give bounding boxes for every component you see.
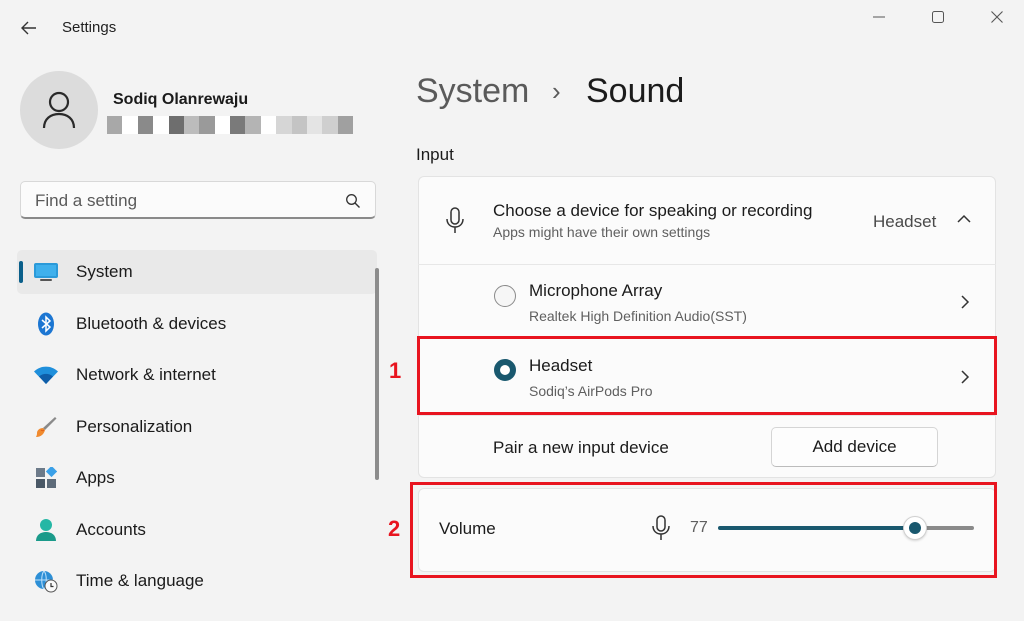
active-item-indicator bbox=[19, 261, 23, 283]
annotation-number-2: 2 bbox=[388, 516, 401, 541]
sidebar-item-label: Accounts bbox=[76, 520, 146, 539]
redaction-block bbox=[337, 116, 353, 134]
brush-icon bbox=[33, 414, 59, 440]
redaction-block bbox=[230, 116, 246, 134]
bluetooth-icon bbox=[33, 311, 59, 337]
wifi-icon bbox=[33, 362, 59, 388]
minimize-button[interactable] bbox=[856, 0, 902, 34]
redaction-block bbox=[322, 116, 338, 134]
sidebar-item-label: System bbox=[76, 262, 133, 281]
redaction-block bbox=[199, 116, 215, 134]
device-name: Microphone Array bbox=[529, 281, 663, 300]
chevron-up-icon[interactable] bbox=[955, 212, 973, 226]
user-email-redacted bbox=[107, 116, 353, 134]
maximize-button[interactable] bbox=[915, 0, 961, 34]
annotation-highlight-volume bbox=[410, 482, 997, 578]
redaction-block bbox=[153, 116, 169, 134]
divider bbox=[418, 415, 996, 416]
back-button[interactable] bbox=[14, 14, 44, 42]
redaction-block bbox=[291, 116, 307, 134]
sidebar-item-label: Time & language bbox=[76, 571, 204, 590]
sidebar-item-network[interactable]: Network & internet bbox=[17, 353, 377, 397]
microphone-icon bbox=[446, 207, 464, 233]
breadcrumb-separator: › bbox=[552, 76, 561, 106]
redaction-block bbox=[214, 116, 230, 134]
person-icon bbox=[42, 91, 76, 129]
sidebar-item-system[interactable]: System bbox=[17, 250, 377, 294]
chevron-right-icon[interactable] bbox=[959, 293, 971, 311]
annotation-number-1: 1 bbox=[389, 358, 402, 383]
redaction-block bbox=[260, 116, 277, 134]
search-icon[interactable] bbox=[345, 193, 361, 209]
sidebar-item-label: Personalization bbox=[76, 417, 193, 436]
page-title: Sound bbox=[586, 72, 685, 110]
device-detail: Realtek High Definition Audio(SST) bbox=[529, 308, 747, 324]
close-button[interactable] bbox=[974, 0, 1020, 34]
breadcrumb-parent[interactable]: System bbox=[416, 72, 529, 111]
sidebar-item-apps[interactable]: Apps bbox=[17, 456, 377, 500]
add-device-button[interactable]: Add device bbox=[771, 427, 938, 467]
sidebar-item-accounts[interactable]: Accounts bbox=[17, 508, 377, 552]
globe-clock-icon bbox=[33, 568, 59, 594]
sidebar-scrollbar[interactable] bbox=[375, 268, 379, 480]
redaction-block bbox=[168, 116, 184, 134]
back-arrow-icon bbox=[21, 21, 36, 35]
redaction-block bbox=[137, 116, 154, 134]
pair-input-device-label: Pair a new input device bbox=[493, 438, 669, 457]
annotation-highlight-headset bbox=[417, 336, 997, 415]
sidebar-item-label: Network & internet bbox=[76, 365, 216, 384]
redaction-block bbox=[276, 116, 292, 134]
sidebar-item-label: Bluetooth & devices bbox=[76, 314, 227, 333]
redaction-block bbox=[107, 116, 123, 134]
choose-device-title: Choose a device for speaking or recordin… bbox=[493, 201, 813, 220]
close-icon bbox=[991, 11, 1003, 23]
sidebar-item-label: Apps bbox=[76, 468, 115, 487]
search-input[interactable] bbox=[33, 189, 337, 213]
redaction-block bbox=[245, 116, 261, 134]
choose-device-subtitle: Apps might have their own settings bbox=[493, 224, 711, 240]
redaction-block bbox=[122, 116, 138, 134]
user-name: Sodiq Olanrewaju bbox=[113, 91, 249, 108]
avatar[interactable] bbox=[20, 71, 98, 149]
apps-icon bbox=[33, 465, 59, 491]
redaction-block bbox=[183, 116, 200, 134]
sidebar-item-bluetooth[interactable]: Bluetooth & devices bbox=[17, 302, 377, 346]
sidebar-item-time-language[interactable]: Time & language bbox=[17, 559, 377, 603]
search-box[interactable] bbox=[20, 181, 376, 219]
sidebar-item-personalization[interactable]: Personalization bbox=[17, 405, 377, 449]
redaction-block bbox=[306, 116, 323, 134]
window-title: Settings bbox=[62, 19, 117, 36]
maximize-icon bbox=[932, 11, 944, 23]
minimize-icon bbox=[873, 16, 885, 18]
person-icon bbox=[33, 517, 59, 543]
radio-microphone-array[interactable] bbox=[494, 285, 516, 307]
selected-device-summary: Headset bbox=[873, 212, 937, 231]
section-title-input: Input bbox=[416, 145, 454, 164]
monitor-icon bbox=[33, 259, 59, 285]
